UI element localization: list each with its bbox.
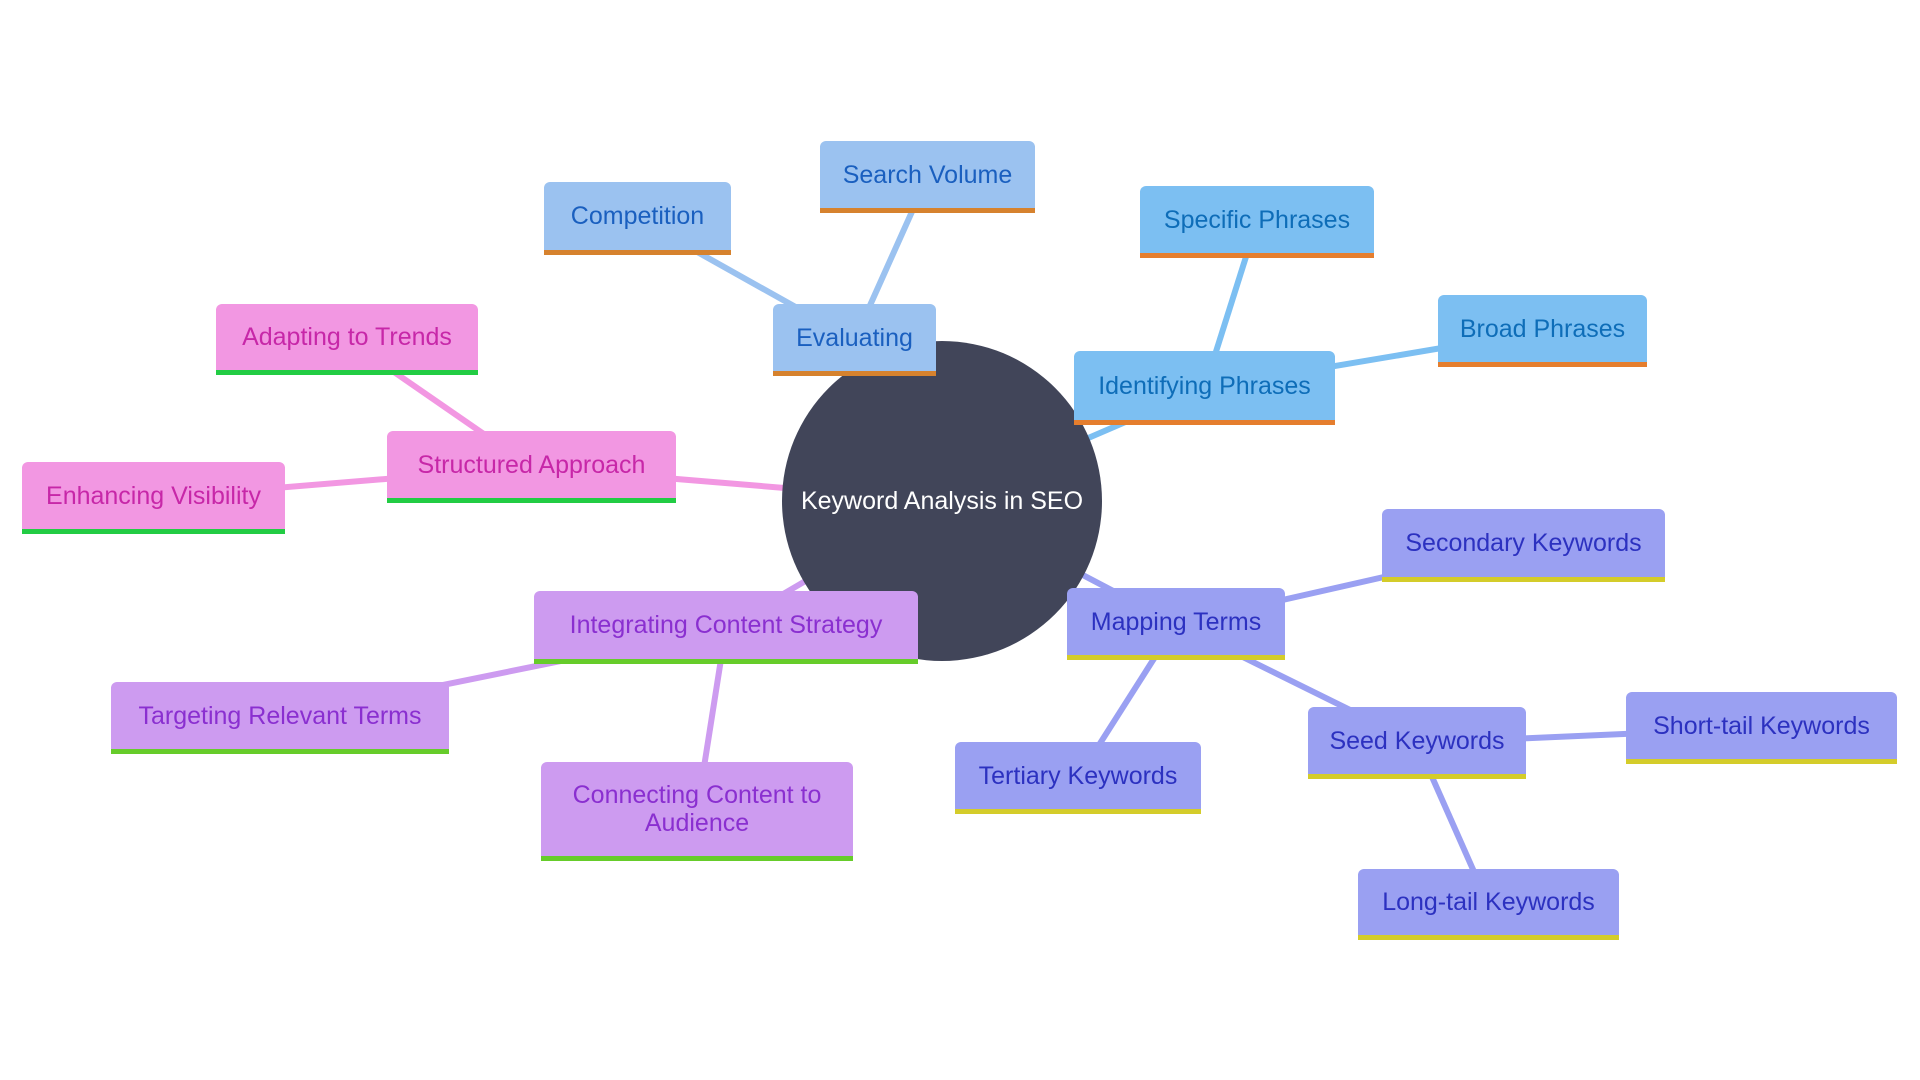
node-label: Broad Phrases <box>1459 314 1626 343</box>
node-short-tail-keywords[interactable]: Short-tail Keywords <box>1626 692 1897 764</box>
node-label: Specific Phrases <box>1163 205 1351 234</box>
node-identifying-phrases[interactable]: Identifying Phrases <box>1074 351 1335 425</box>
node-secondary-keywords[interactable]: Secondary Keywords <box>1382 509 1665 582</box>
node-search-volume[interactable]: Search Volume <box>820 141 1035 213</box>
node-seed-keywords[interactable]: Seed Keywords <box>1308 707 1526 779</box>
node-label: Evaluating <box>796 323 913 352</box>
node-specific-phrases[interactable]: Specific Phrases <box>1140 186 1374 258</box>
node-label-line-2: Audience <box>644 809 750 837</box>
node-label: Enhancing Visibility <box>46 481 261 510</box>
node-label: Structured Approach <box>417 450 646 479</box>
node-competition[interactable]: Competition <box>544 182 731 255</box>
node-mapping-terms[interactable]: Mapping Terms <box>1067 588 1285 660</box>
node-label: Secondary Keywords <box>1405 529 1642 557</box>
node-label: Targeting Relevant Terms <box>138 701 422 730</box>
node-enhancing-visibility[interactable]: Enhancing Visibility <box>22 462 285 534</box>
node-label: Seed Keywords <box>1329 726 1505 755</box>
node-label-line-1: Connecting Content to <box>572 781 822 809</box>
node-label: Competition <box>570 202 705 230</box>
node-label: Short-tail Keywords <box>1653 711 1870 740</box>
node-evaluating[interactable]: Evaluating <box>773 304 936 376</box>
root-label: Keyword Analysis in SEO <box>800 486 1084 515</box>
node-label: Adapting to Trends <box>242 323 452 351</box>
node-broad-phrases[interactable]: Broad Phrases <box>1438 295 1647 367</box>
node-connecting-content-to-audience[interactable]: Connecting Content to Audience <box>541 762 853 861</box>
node-long-tail-keywords[interactable]: Long-tail Keywords <box>1358 869 1619 940</box>
node-label: Mapping Terms <box>1090 607 1262 636</box>
node-label: Tertiary Keywords <box>978 761 1178 790</box>
node-structured-approach[interactable]: Structured Approach <box>387 431 676 503</box>
node-label: Integrating Content Strategy <box>569 611 883 639</box>
mindmap-canvas: Keyword Analysis in SEO Evaluating Compe… <box>0 0 1920 1080</box>
node-label: Connecting Content to Audience <box>573 781 822 837</box>
node-adapting-to-trends[interactable]: Adapting to Trends <box>216 304 478 375</box>
node-tertiary-keywords[interactable]: Tertiary Keywords <box>955 742 1201 814</box>
node-label: Search Volume <box>842 160 1013 189</box>
node-label: Identifying Phrases <box>1098 371 1311 400</box>
node-label: Long-tail Keywords <box>1382 888 1595 916</box>
node-targeting-relevant-terms[interactable]: Targeting Relevant Terms <box>111 682 449 754</box>
node-integrating-content-strategy[interactable]: Integrating Content Strategy <box>534 591 918 664</box>
